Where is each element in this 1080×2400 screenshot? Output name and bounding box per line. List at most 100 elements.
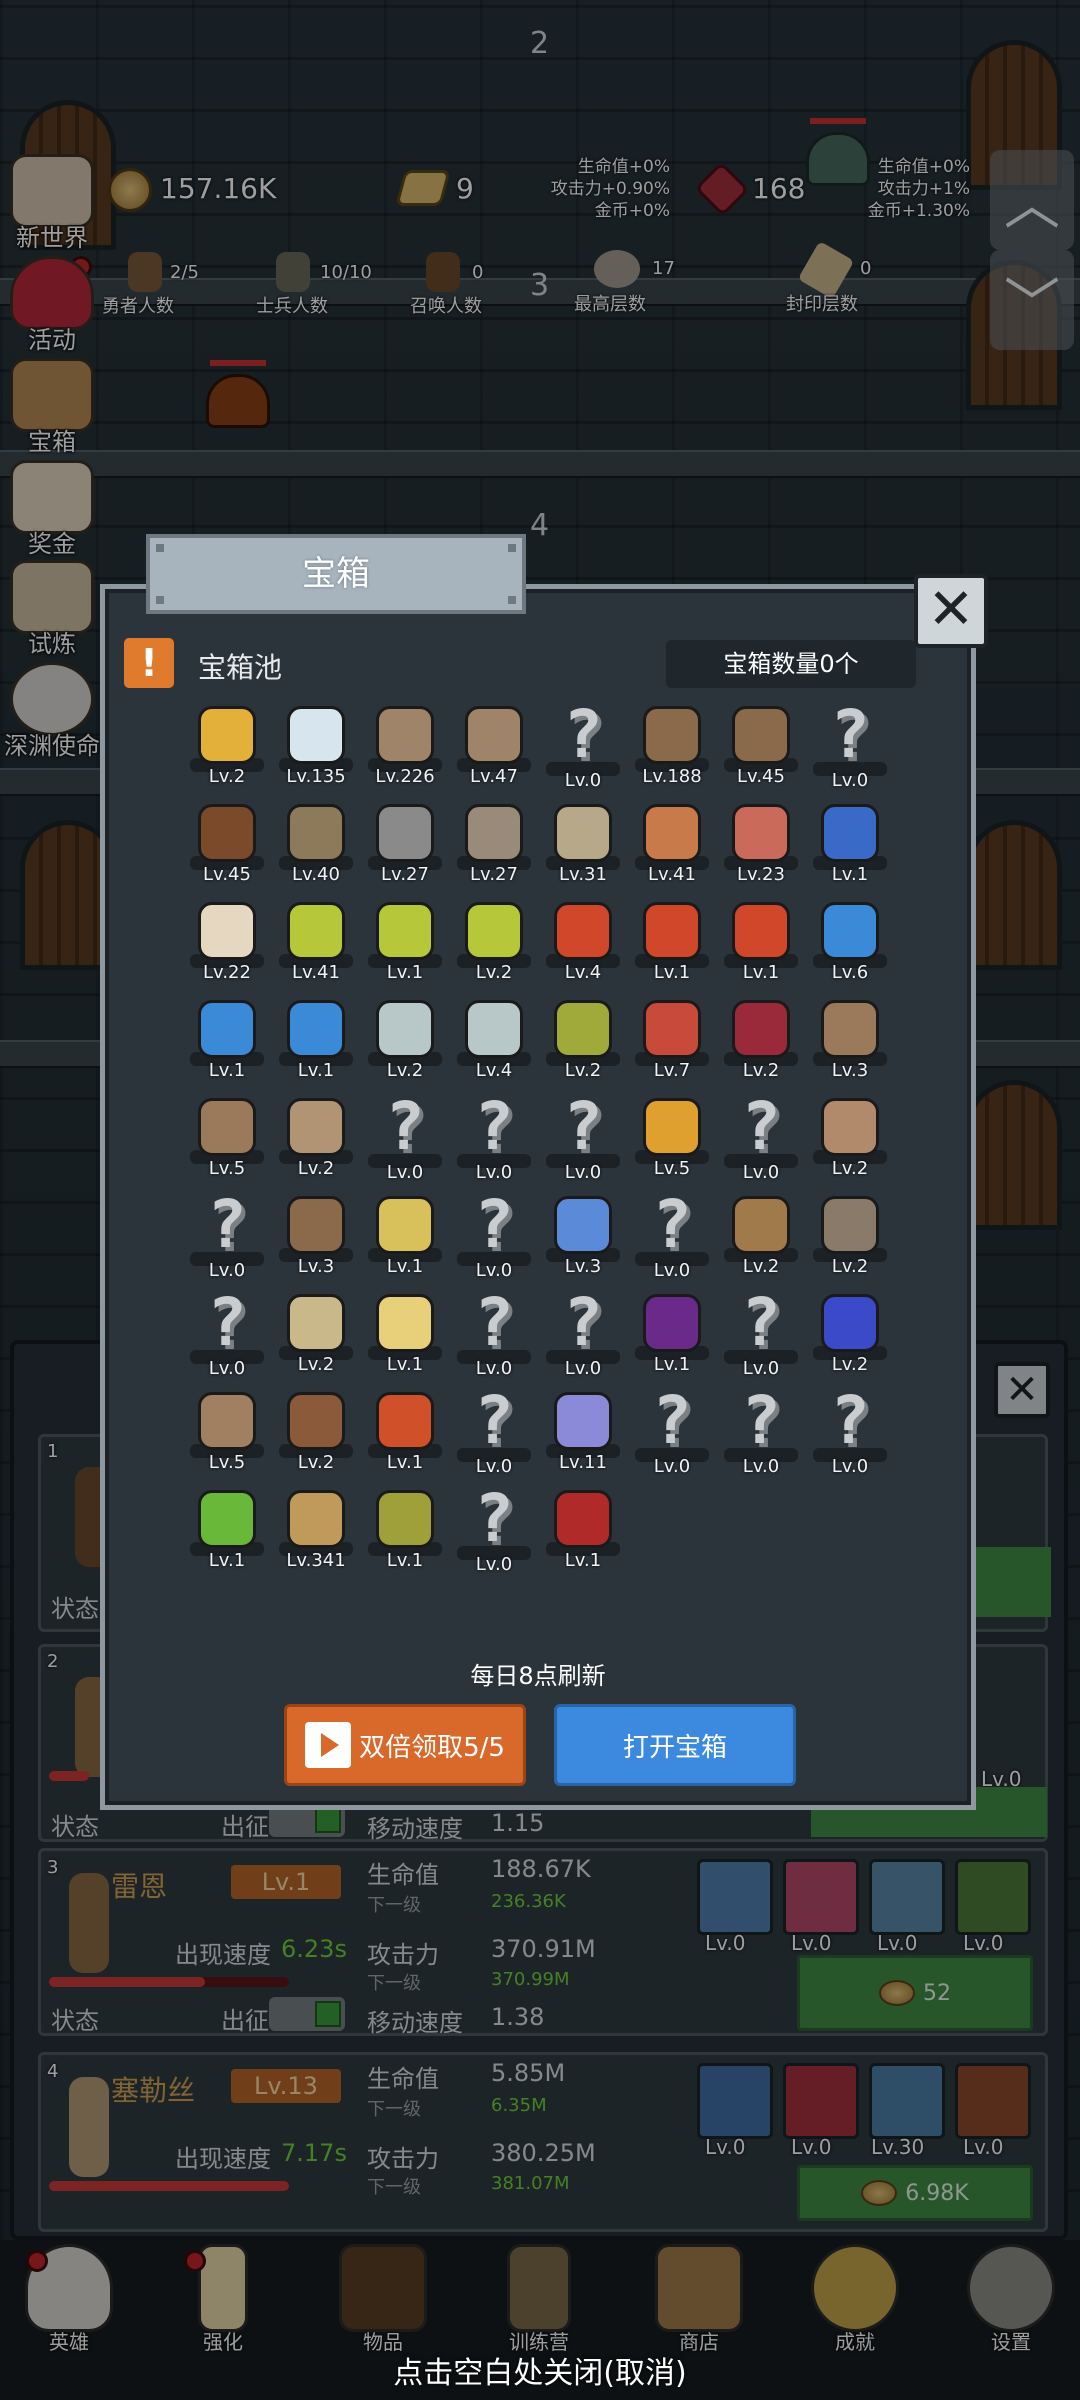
item-level: Lv.0 [475, 1260, 513, 1281]
item-slot[interactable]: Lv.27 [449, 800, 539, 900]
item-slot[interactable]: ? Lv.0 [182, 1290, 272, 1390]
item-slot[interactable]: Lv.2 [716, 1192, 806, 1292]
item-slot[interactable]: ? Lv.0 [449, 1290, 539, 1390]
unknown-icon: ? [207, 1186, 247, 1263]
item-slot[interactable]: ? Lv.0 [449, 1094, 539, 1194]
unknown-icon: ? [563, 696, 603, 773]
item-slot[interactable]: Lv.5 [182, 1094, 272, 1194]
shield-icon [287, 1098, 345, 1156]
close-icon[interactable]: ✕ [914, 574, 988, 648]
item-slot[interactable]: Lv.3 [805, 996, 895, 1096]
item-slot[interactable]: Lv.1 [627, 1290, 717, 1390]
item-slot[interactable]: Lv.341 [271, 1486, 361, 1586]
item-slot[interactable]: Lv.2 [805, 1094, 895, 1194]
item-slot[interactable]: ? Lv.0 [538, 1290, 628, 1390]
item-slot[interactable]: Lv.2 [805, 1192, 895, 1292]
item-slot[interactable]: ? Lv.0 [716, 1094, 806, 1194]
double-claim-button[interactable]: 双倍领取5/5 [284, 1704, 526, 1786]
item-slot[interactable]: ? Lv.0 [627, 1192, 717, 1292]
item-slot[interactable]: Lv.2 [716, 996, 806, 1096]
item-slot[interactable]: Lv.1 [360, 898, 450, 998]
item-slot[interactable]: Lv.3 [538, 1192, 628, 1292]
item-slot[interactable]: Lv.1 [805, 800, 895, 900]
item-slot[interactable]: Lv.1 [716, 898, 806, 998]
item-slot[interactable]: ? Lv.0 [449, 1486, 539, 1586]
item-level: Lv.1 [831, 864, 869, 885]
item-slot[interactable]: Lv.23 [716, 800, 806, 900]
item-slot[interactable]: Lv.2 [360, 996, 450, 1096]
item-slot[interactable]: ? Lv.0 [538, 702, 628, 802]
item-slot[interactable]: Lv.1 [538, 1486, 628, 1586]
item-slot[interactable]: ? Lv.0 [805, 1388, 895, 1488]
item-level: Lv.0 [475, 1456, 513, 1477]
item-level: Lv.2 [475, 962, 513, 983]
item-slot[interactable]: Lv.226 [360, 702, 450, 802]
item-slot[interactable]: Lv.2 [271, 1290, 361, 1390]
item-level: Lv.2 [831, 1354, 869, 1375]
item-slot[interactable]: Lv.3 [271, 1192, 361, 1292]
item-slot[interactable]: Lv.4 [538, 898, 628, 998]
item-slot[interactable]: Lv.2 [538, 996, 628, 1096]
item-level: Lv.5 [653, 1158, 691, 1179]
item-slot[interactable]: Lv.40 [271, 800, 361, 900]
item-slot[interactable]: Lv.1 [182, 996, 272, 1096]
item-slot[interactable]: Lv.1 [360, 1486, 450, 1586]
item-slot[interactable]: ? Lv.0 [805, 702, 895, 802]
vial-icon [376, 1000, 434, 1058]
item-slot[interactable]: Lv.41 [271, 898, 361, 998]
item-slot[interactable]: Lv.1 [182, 1486, 272, 1586]
item-slot[interactable]: Lv.135 [271, 702, 361, 802]
item-slot[interactable]: ? Lv.0 [716, 1290, 806, 1390]
unknown-icon: ? [207, 1284, 247, 1361]
item-slot[interactable]: Lv.31 [538, 800, 628, 900]
item-slot[interactable]: ? Lv.0 [627, 1388, 717, 1488]
item-slot[interactable]: Lv.4 [449, 996, 539, 1096]
item-level: Lv.45 [737, 766, 785, 787]
item-slot[interactable]: Lv.2 [271, 1388, 361, 1488]
item-slot[interactable]: Lv.1 [360, 1388, 450, 1488]
item-slot[interactable]: Lv.45 [182, 800, 272, 900]
item-slot[interactable]: Lv.11 [538, 1388, 628, 1488]
item-slot[interactable]: Lv.47 [449, 702, 539, 802]
item-slot[interactable]: Lv.2 [271, 1094, 361, 1194]
item-slot[interactable]: Lv.5 [627, 1094, 717, 1194]
item-slot[interactable]: ? Lv.0 [360, 1094, 450, 1194]
item-level: Lv.0 [564, 1358, 602, 1379]
item-slot[interactable]: Lv.5 [182, 1388, 272, 1488]
item-slot[interactable]: ? Lv.0 [538, 1094, 628, 1194]
item-level: Lv.0 [475, 1162, 513, 1183]
item-slot[interactable]: Lv.41 [627, 800, 717, 900]
alert-icon: ! [124, 638, 174, 688]
item-slot[interactable]: ? Lv.0 [182, 1192, 272, 1292]
red-potion-icon [554, 902, 612, 960]
item-level: Lv.188 [642, 766, 702, 787]
unknown-icon: ? [741, 1382, 781, 1459]
item-slot[interactable]: Lv.2 [182, 702, 272, 802]
open-chest-button[interactable]: 打开宝箱 [554, 1704, 796, 1786]
item-level: Lv.40 [292, 864, 340, 885]
item-level: Lv.6 [831, 962, 869, 983]
wand-icon [554, 1196, 612, 1254]
item-slot[interactable]: ? Lv.0 [449, 1388, 539, 1488]
item-slot[interactable]: ? Lv.0 [716, 1388, 806, 1488]
item-slot[interactable]: Lv.1 [271, 996, 361, 1096]
item-slot[interactable]: Lv.1 [360, 1192, 450, 1292]
item-slot[interactable]: ? Lv.0 [449, 1192, 539, 1292]
item-level: Lv.3 [297, 1256, 335, 1277]
item-slot[interactable]: Lv.6 [805, 898, 895, 998]
item-slot[interactable]: Lv.27 [360, 800, 450, 900]
item-slot[interactable]: Lv.2 [449, 898, 539, 998]
item-level: Lv.1 [742, 962, 780, 983]
item-slot[interactable]: Lv.188 [627, 702, 717, 802]
item-slot[interactable]: Lv.45 [716, 702, 806, 802]
item-slot[interactable]: Lv.2 [805, 1290, 895, 1390]
item-slot[interactable]: Lv.7 [627, 996, 717, 1096]
unknown-icon: ? [385, 1088, 425, 1165]
green-staff-icon [198, 1490, 256, 1548]
item-level: Lv.1 [386, 1354, 424, 1375]
item-slot[interactable]: Lv.1 [360, 1290, 450, 1390]
bread-icon [198, 902, 256, 960]
item-slot[interactable]: Lv.1 [627, 898, 717, 998]
unknown-icon: ? [652, 1186, 692, 1263]
item-slot[interactable]: Lv.22 [182, 898, 272, 998]
